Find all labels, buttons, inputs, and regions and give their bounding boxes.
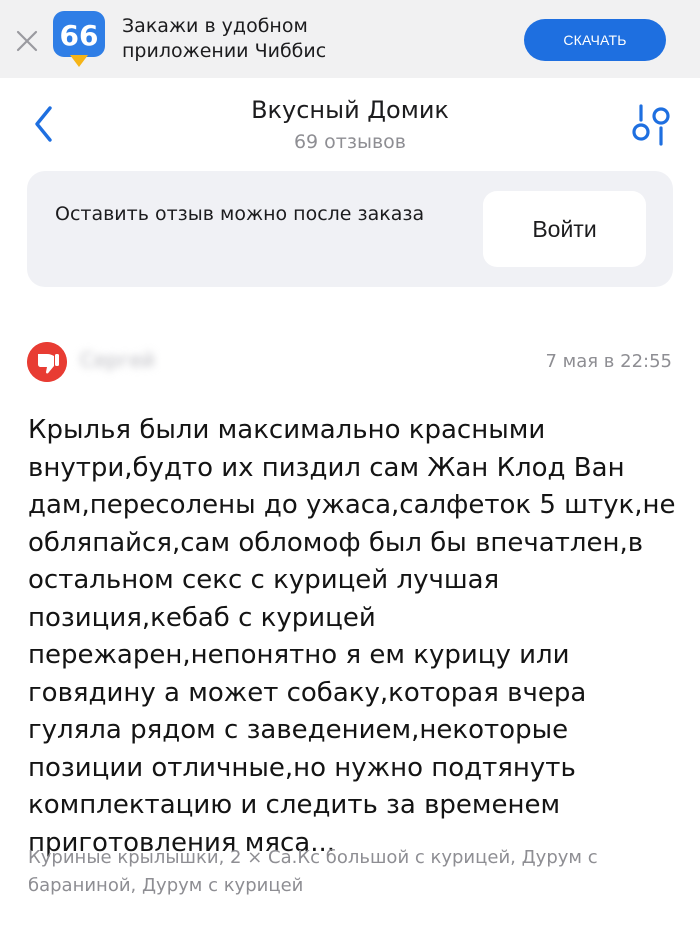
close-icon[interactable] bbox=[14, 28, 40, 54]
login-prompt-card: Оставить отзыв можно после заказа Войти bbox=[27, 171, 673, 287]
app-banner: 66 Закажи в удобном приложении Чиббис СК… bbox=[0, 0, 700, 78]
review-date: 7 мая в 22:55 bbox=[545, 351, 672, 372]
download-button[interactable]: СКАЧАТЬ bbox=[524, 19, 666, 61]
banner-line-2: приложении Чиббис bbox=[122, 40, 327, 62]
page-title: Вкусный Домик bbox=[251, 96, 449, 124]
logo-text: 66 bbox=[60, 19, 99, 52]
banner-text: Закажи в удобном приложении Чиббис bbox=[122, 14, 326, 64]
chibbis-logo-icon: 66 bbox=[53, 11, 105, 67]
review-order-items: Куриные крылышки, 2 × Са.Кс большой с ку… bbox=[28, 847, 598, 896]
thumbs-down-icon bbox=[27, 342, 67, 382]
reviews-count: 69 отзывов bbox=[293, 131, 407, 153]
login-button[interactable]: Войти bbox=[483, 191, 646, 267]
filter-sliders-icon[interactable] bbox=[631, 102, 673, 148]
page-header: Вкусный Домик 69 отзывов bbox=[0, 80, 700, 170]
review-text: Крылья были максимально красными внутри,… bbox=[28, 415, 676, 858]
banner-line-1: Закажи в удобном bbox=[122, 15, 308, 37]
review-author: Сергей bbox=[80, 348, 155, 372]
login-prompt-text: Оставить отзыв можно после заказа bbox=[55, 203, 425, 225]
